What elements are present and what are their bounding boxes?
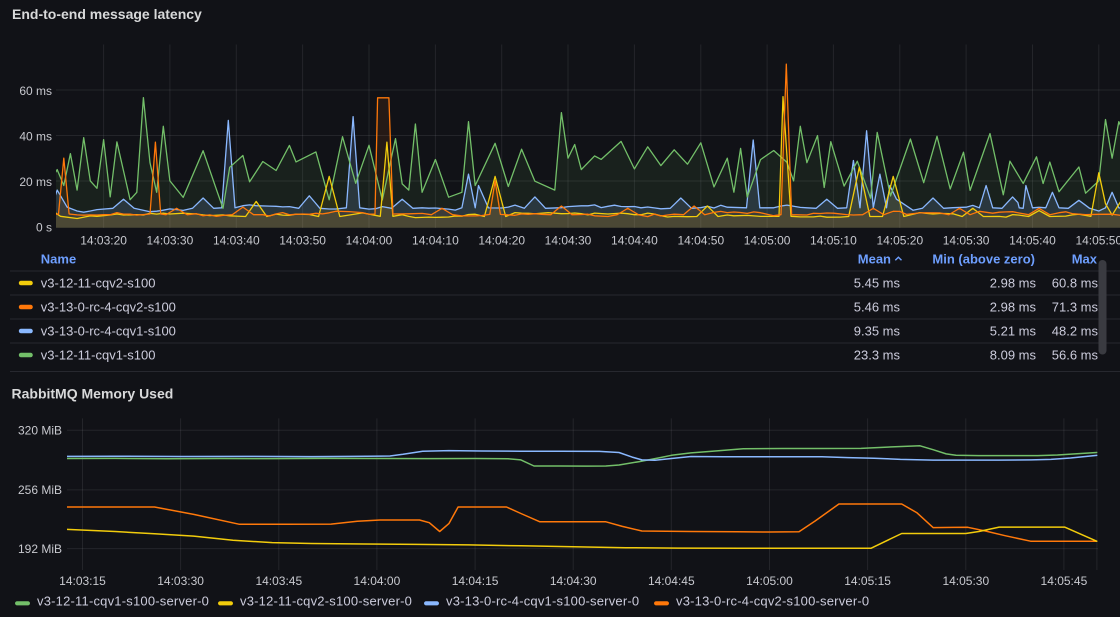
svg-text:Name: Name bbox=[41, 251, 76, 266]
svg-text:9.35 ms: 9.35 ms bbox=[854, 324, 901, 339]
svg-text:14:04:10: 14:04:10 bbox=[412, 234, 459, 248]
svg-text:14:05:00: 14:05:00 bbox=[744, 234, 791, 248]
svg-text:14:05:15: 14:05:15 bbox=[844, 574, 891, 588]
svg-text:14:04:30: 14:04:30 bbox=[545, 234, 592, 248]
svg-text:14:05:00: 14:05:00 bbox=[746, 574, 793, 588]
svg-text:5.46 ms: 5.46 ms bbox=[854, 300, 901, 315]
svg-text:71.3 ms: 71.3 ms bbox=[1052, 300, 1099, 315]
svg-text:v3-12-11-cqv1-s100: v3-12-11-cqv1-s100 bbox=[41, 348, 156, 363]
svg-text:Min (above zero): Min (above zero) bbox=[932, 251, 1035, 266]
svg-text:v3-12-11-cqv2-s100: v3-12-11-cqv2-s100 bbox=[41, 276, 156, 291]
svg-text:14:04:20: 14:04:20 bbox=[478, 234, 525, 248]
svg-text:14:04:15: 14:04:15 bbox=[452, 574, 499, 588]
svg-text:v3-12-11-cqv1-s100-server-0: v3-12-11-cqv1-s100-server-0 bbox=[37, 593, 209, 608]
svg-text:14:03:15: 14:03:15 bbox=[59, 574, 106, 588]
svg-text:14:03:30: 14:03:30 bbox=[157, 574, 204, 588]
svg-text:14:05:20: 14:05:20 bbox=[876, 234, 923, 248]
svg-text:14:05:10: 14:05:10 bbox=[810, 234, 857, 248]
svg-text:14:03:40: 14:03:40 bbox=[213, 234, 260, 248]
svg-text:14:03:20: 14:03:20 bbox=[80, 234, 127, 248]
svg-text:v3-13-0-rc-4-cqv1-s100: v3-13-0-rc-4-cqv1-s100 bbox=[41, 324, 176, 339]
svg-text:2.98 ms: 2.98 ms bbox=[990, 276, 1037, 291]
svg-text:60.8 ms: 60.8 ms bbox=[1052, 276, 1099, 291]
svg-text:0 s: 0 s bbox=[36, 221, 52, 235]
svg-text:14:05:40: 14:05:40 bbox=[1009, 234, 1056, 248]
svg-text:RabbitMQ Memory Used: RabbitMQ Memory Used bbox=[12, 386, 174, 402]
svg-text:14:04:30: 14:04:30 bbox=[550, 574, 597, 588]
svg-text:56.6 ms: 56.6 ms bbox=[1052, 348, 1099, 363]
svg-text:48.2 ms: 48.2 ms bbox=[1052, 324, 1099, 339]
svg-text:Max: Max bbox=[1072, 251, 1098, 266]
svg-text:14:04:00: 14:04:00 bbox=[346, 234, 393, 248]
svg-text:60 ms: 60 ms bbox=[19, 84, 52, 98]
svg-text:14:05:30: 14:05:30 bbox=[942, 574, 989, 588]
svg-text:14:04:50: 14:04:50 bbox=[677, 234, 724, 248]
svg-text:8.09 ms: 8.09 ms bbox=[990, 348, 1037, 363]
svg-text:14:05:50: 14:05:50 bbox=[1075, 234, 1120, 248]
svg-text:v3-13-0-rc-4-cqv2-s100-server-: v3-13-0-rc-4-cqv2-s100-server-0 bbox=[676, 593, 869, 608]
svg-text:14:03:30: 14:03:30 bbox=[147, 234, 194, 248]
svg-text:20 ms: 20 ms bbox=[19, 175, 52, 189]
svg-text:320 MiB: 320 MiB bbox=[18, 424, 62, 438]
svg-text:256 MiB: 256 MiB bbox=[18, 483, 62, 497]
svg-text:End-to-end message latency: End-to-end message latency bbox=[12, 6, 202, 22]
svg-text:v3-13-0-rc-4-cqv2-s100: v3-13-0-rc-4-cqv2-s100 bbox=[41, 300, 176, 315]
svg-text:14:04:00: 14:04:00 bbox=[354, 574, 401, 588]
svg-text:40 ms: 40 ms bbox=[19, 130, 52, 144]
svg-text:23.3 ms: 23.3 ms bbox=[854, 348, 901, 363]
svg-text:v3-13-0-rc-4-cqv1-s100-server-: v3-13-0-rc-4-cqv1-s100-server-0 bbox=[446, 593, 639, 608]
svg-text:14:04:40: 14:04:40 bbox=[611, 234, 658, 248]
svg-text:14:03:45: 14:03:45 bbox=[255, 574, 302, 588]
svg-text:14:05:45: 14:05:45 bbox=[1041, 574, 1088, 588]
svg-text:5.45 ms: 5.45 ms bbox=[854, 276, 901, 291]
svg-text:5.21 ms: 5.21 ms bbox=[990, 324, 1037, 339]
svg-text:14:03:50: 14:03:50 bbox=[279, 234, 326, 248]
svg-text:14:04:45: 14:04:45 bbox=[648, 574, 695, 588]
svg-text:v3-12-11-cqv2-s100-server-0: v3-12-11-cqv2-s100-server-0 bbox=[240, 593, 412, 608]
svg-text:192 MiB: 192 MiB bbox=[18, 542, 62, 556]
svg-text:Mean: Mean bbox=[858, 251, 891, 266]
svg-text:14:05:30: 14:05:30 bbox=[943, 234, 990, 248]
svg-text:2.98 ms: 2.98 ms bbox=[990, 300, 1037, 315]
